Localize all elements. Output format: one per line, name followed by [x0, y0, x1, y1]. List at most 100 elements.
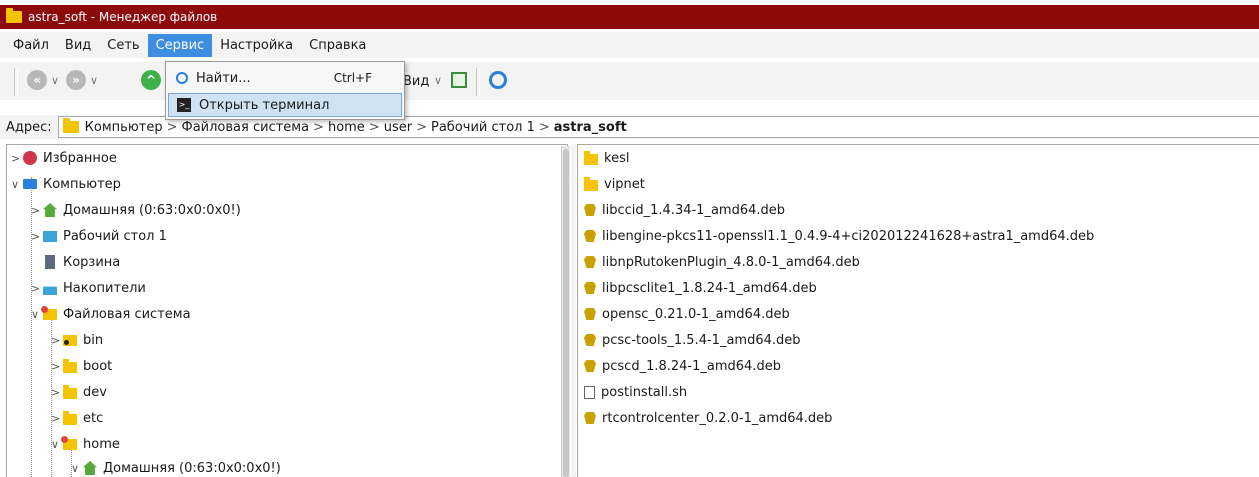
deb-package-icon: [584, 360, 596, 372]
deb-package-icon: [584, 282, 596, 294]
chevron-down-icon[interactable]: ∨: [51, 74, 59, 87]
heart-icon: [23, 151, 37, 165]
chevron-down-icon[interactable]: ∨: [51, 438, 61, 451]
chevron-down-icon[interactable]: ∨: [90, 74, 98, 87]
chevron-right-icon[interactable]: >: [31, 204, 41, 217]
list-item[interactable]: libnpRutokenPlugin_4.8.0-1_amd64.deb: [584, 252, 860, 272]
list-item[interactable]: libpcsclite1_1.8.24-1_amd64.deb: [584, 278, 817, 298]
home-icon: [83, 461, 97, 475]
menu-settings[interactable]: Настройка: [212, 34, 301, 57]
file-list-pane: kesl vipnet libccid_1.4.34-1_amd64.deb l…: [577, 144, 1259, 477]
tree-item-home-dir[interactable]: ∨ home: [51, 434, 120, 454]
chevron-right-icon[interactable]: >: [51, 412, 61, 425]
search-icon: [176, 72, 188, 84]
tree-item-label: Компьютер: [43, 176, 121, 192]
desktop-icon: [43, 230, 57, 242]
chevron-right-icon[interactable]: >: [31, 282, 41, 295]
tree-item-dev[interactable]: > dev: [51, 382, 107, 402]
file-name: libnpRutokenPlugin_4.8.0-1_amd64.deb: [602, 254, 860, 270]
chevron-right-icon[interactable]: >: [51, 360, 61, 373]
tree-item-computer[interactable]: ∨ Компьютер: [11, 174, 121, 194]
list-item[interactable]: pcscd_1.8.24-1_amd64.deb: [584, 356, 781, 376]
back-icon[interactable]: «: [27, 70, 47, 90]
file-name: vipnet: [604, 176, 645, 192]
tree-item-filesystem[interactable]: ∨ Файловая система: [31, 304, 191, 324]
folder-tree-pane: > Избранное ∨ Компьютер > Домашняя (0:63:0x…: [6, 144, 568, 477]
tree-item-label: Файловая система: [63, 306, 191, 322]
menu-item-open-terminal[interactable]: >_ Открыть терминал: [168, 93, 402, 117]
address-label: Адрес:: [6, 119, 52, 135]
folder-icon: [6, 8, 22, 23]
tree-item-home-user[interactable]: ∨ Домашняя (0:63:0x0:0x0!): [71, 458, 281, 477]
drive-icon: [43, 286, 57, 295]
tree-item-favorites[interactable]: > Избранное: [11, 148, 117, 168]
breadcrumb-computer[interactable]: Компьютер: [85, 120, 163, 135]
forward-icon[interactable]: »: [66, 70, 86, 90]
chevron-right-icon[interactable]: >: [51, 386, 61, 399]
service-menu-dropdown: Найти... Ctrl+F >_ Открыть терминал: [165, 61, 405, 120]
deb-package-icon: [584, 230, 596, 242]
menu-file[interactable]: Файл: [5, 34, 57, 57]
tree-item-etc[interactable]: > etc: [51, 408, 103, 428]
view-mode-button[interactable]: Вид: [403, 74, 429, 89]
tree-scrollbar-thumb[interactable]: [563, 149, 569, 477]
search-icon[interactable]: [489, 71, 507, 89]
breadcrumb-user[interactable]: user: [384, 120, 412, 135]
tree-item-label: home: [83, 436, 120, 452]
chevron-right-icon[interactable]: >: [31, 230, 41, 243]
list-item[interactable]: libengine-pkcs11-openssl1.1_0.4.9-4+ci20…: [584, 226, 1094, 246]
tree-item-bin[interactable]: > bin: [51, 330, 103, 350]
breadcrumb-separator: >: [166, 119, 178, 135]
list-item[interactable]: libccid_1.4.34-1_amd64.deb: [584, 200, 785, 220]
chevron-right-icon[interactable]: >: [51, 334, 61, 347]
folder-icon: [63, 334, 77, 346]
file-name: libccid_1.4.34-1_amd64.deb: [602, 202, 786, 218]
monitor-icon: [23, 179, 37, 189]
breadcrumb-home[interactable]: home: [328, 120, 365, 135]
tree-item-label: Избранное: [43, 150, 117, 166]
tree-item-desktop[interactable]: > Рабочий стол 1: [31, 226, 167, 246]
tree-item-label: boot: [83, 358, 113, 374]
window-title: astra_soft - Менеджер файлов: [28, 10, 218, 24]
menu-view[interactable]: Вид: [57, 34, 99, 57]
folder-icon: [63, 358, 77, 373]
list-item[interactable]: vipnet: [584, 174, 645, 194]
folder-icon: [62, 118, 79, 133]
tree-item-label: Накопители: [63, 280, 146, 296]
tree-item-drives[interactable]: > Накопители: [31, 278, 146, 298]
chevron-down-icon[interactable]: ∨: [31, 308, 41, 321]
deb-package-icon: [584, 334, 596, 346]
folder-icon: [584, 176, 598, 191]
window-titlebar[interactable]: astra_soft - Менеджер файлов: [0, 5, 1259, 29]
deb-package-icon: [584, 256, 596, 268]
split-view-icon[interactable]: [451, 72, 467, 88]
menu-service[interactable]: Сервис: [147, 33, 213, 57]
list-item[interactable]: postinstall.sh: [584, 382, 687, 402]
home-icon: [43, 203, 57, 217]
tree-item-boot[interactable]: > boot: [51, 356, 112, 376]
list-item[interactable]: opensc_0.21.0-1_amd64.deb: [584, 304, 790, 324]
pane-splitter[interactable]: [571, 144, 576, 477]
list-item[interactable]: kesl: [584, 148, 629, 168]
up-icon[interactable]: ^: [141, 70, 161, 90]
trash-icon: [45, 255, 55, 269]
breadcrumb-separator: >: [538, 119, 550, 135]
chevron-down-icon[interactable]: ∨: [11, 178, 21, 191]
menu-item-find[interactable]: Найти... Ctrl+F: [168, 66, 402, 90]
tree-scrollbar[interactable]: [561, 146, 570, 477]
tree-item-home[interactable]: > Домашняя (0:63:0x0:0x0!): [31, 200, 241, 220]
breadcrumb-current[interactable]: astra_soft: [554, 120, 627, 135]
tree-item-trash[interactable]: Корзина: [31, 252, 120, 272]
menu-network[interactable]: Сеть: [99, 34, 147, 57]
tree-item-label: Рабочий стол 1: [63, 228, 167, 244]
chevron-right-icon[interactable]: >: [11, 152, 21, 165]
list-item[interactable]: pcsc-tools_1.5.4-1_amd64.deb: [584, 330, 801, 350]
list-item[interactable]: rtcontrolcenter_0.2.0-1_amd64.deb: [584, 408, 832, 428]
breadcrumb-desktop[interactable]: Рабочий стол 1: [431, 120, 535, 135]
tree-item-label: bin: [83, 332, 104, 348]
menu-help[interactable]: Справка: [301, 34, 374, 57]
chevron-down-icon[interactable]: ∨: [434, 74, 442, 87]
file-name: pcsc-tools_1.5.4-1_amd64.deb: [602, 332, 801, 348]
chevron-down-icon[interactable]: ∨: [71, 462, 81, 475]
breadcrumb-filesystem[interactable]: Файловая система: [182, 120, 310, 135]
